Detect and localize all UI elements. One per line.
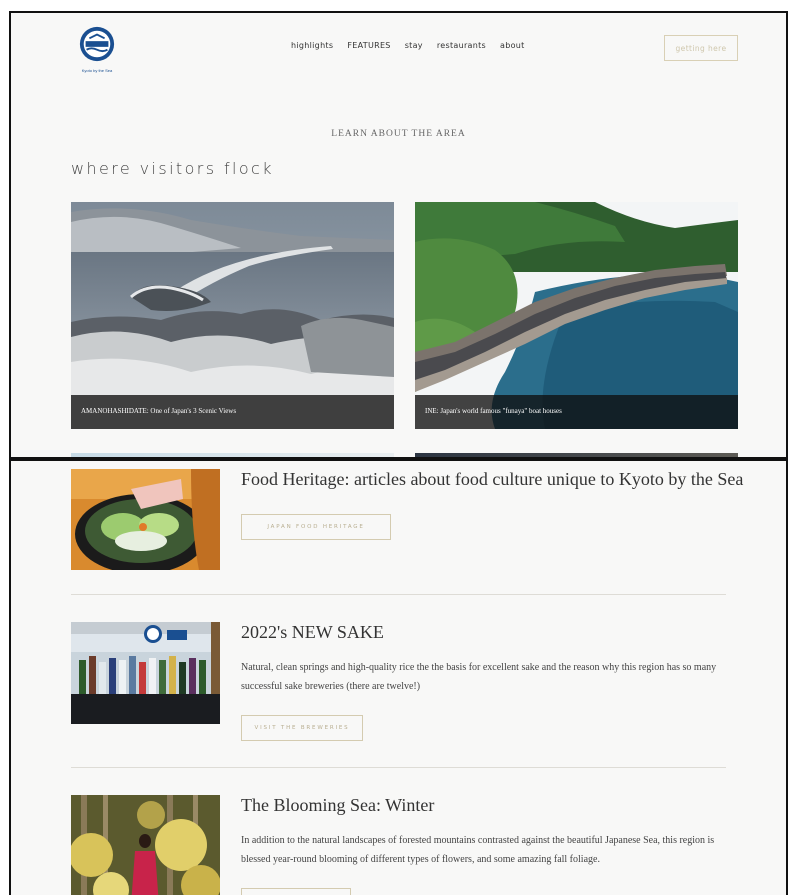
blooming-sea-thumbnail[interactable]: [71, 795, 220, 895]
article-body: Natural, clean springs and high-quality …: [241, 662, 717, 692]
section-kicker: LEARN ABOUT THE AREA: [331, 129, 466, 139]
nav-highlights[interactable]: highlights: [291, 41, 333, 50]
main-nav: highlights FEATURES stay restaurants abo…: [291, 41, 525, 50]
article-title[interactable]: 2022's NEW SAKE: [241, 622, 384, 643]
logo-text: Kyoto by the Sea: [81, 68, 113, 73]
japan-food-heritage-button[interactable]: JAPAN FOOD HERITAGE: [241, 514, 391, 540]
article-title[interactable]: Food Heritage: articles about food cultu…: [241, 469, 743, 490]
getting-here-button[interactable]: getting here: [664, 35, 738, 61]
amanohashidate-card[interactable]: AMANOHASHIDATE: One of Japan's 3 Scenic …: [71, 202, 394, 429]
article-food-heritage: Food Heritage: articles about food cultu…: [71, 467, 743, 572]
card-caption: AMANOHASHIDATE: One of Japan's 3 Scenic …: [71, 395, 394, 429]
sake-bottles-photo: [71, 622, 220, 724]
article-divider: [71, 767, 726, 768]
bottom-screenshot-panel: Food Heritage: articles about food cultu…: [9, 459, 788, 895]
site-logo[interactable]: Kyoto by the Sea: [75, 25, 119, 83]
flower-forest-photo: [71, 795, 220, 895]
visit-breweries-button[interactable]: VISIT THE BREWERIES: [241, 715, 363, 741]
nav-features[interactable]: FEATURES: [347, 41, 390, 50]
ine-card[interactable]: INE: Japan's world famous "funaya" boat …: [415, 202, 738, 429]
logo-emblem-icon: [79, 26, 115, 62]
article-body: In addition to the natural landscapes of…: [241, 835, 715, 865]
section-title: where visitors flock: [71, 159, 274, 178]
top-screenshot-panel: Kyoto by the Sea highlights FEATURES sta…: [9, 11, 788, 460]
article-blooming-sea: The Blooming Sea: Winter In addition to …: [71, 793, 731, 895]
article-new-sake: 2022's NEW SAKE Natural, clean springs a…: [71, 620, 731, 741]
nav-restaurants[interactable]: restaurants: [437, 41, 486, 50]
sake-thumbnail[interactable]: [71, 622, 220, 724]
nav-stay[interactable]: stay: [405, 41, 423, 50]
hotpot-photo: [71, 469, 220, 570]
article-title[interactable]: The Blooming Sea: Winter: [241, 795, 434, 816]
food-heritage-thumbnail[interactable]: [71, 469, 220, 570]
card-caption: INE: Japan's world famous "funaya" boat …: [415, 395, 738, 429]
article-divider: [71, 594, 726, 595]
article-button[interactable]: [241, 888, 351, 895]
nav-about[interactable]: about: [500, 41, 525, 50]
